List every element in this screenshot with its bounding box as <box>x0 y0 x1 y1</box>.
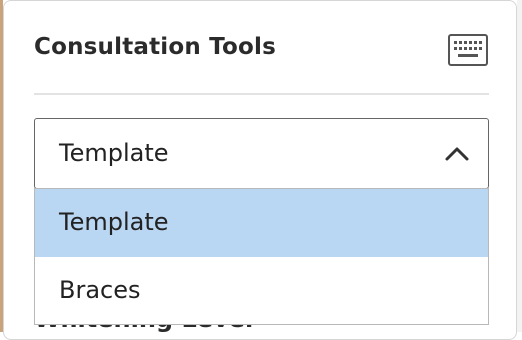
option-template[interactable]: Template <box>35 189 488 257</box>
keyboard-icon <box>448 34 488 66</box>
select-value: Template <box>59 139 169 167</box>
background-edge-right <box>517 0 522 332</box>
keyboard-button[interactable] <box>446 32 490 68</box>
title-divider <box>34 93 489 95</box>
panel-title: Consultation Tools <box>34 34 276 60</box>
app-window: Consultation Tools Template Whitening Le… <box>0 0 522 340</box>
option-braces[interactable]: Braces <box>35 257 488 325</box>
select-dropdown-list: Template Braces <box>34 188 489 325</box>
chevron-up-icon <box>445 147 469 161</box>
option-label: Template <box>59 208 169 236</box>
tool-select[interactable]: Template <box>34 118 489 189</box>
option-label: Braces <box>59 276 141 304</box>
